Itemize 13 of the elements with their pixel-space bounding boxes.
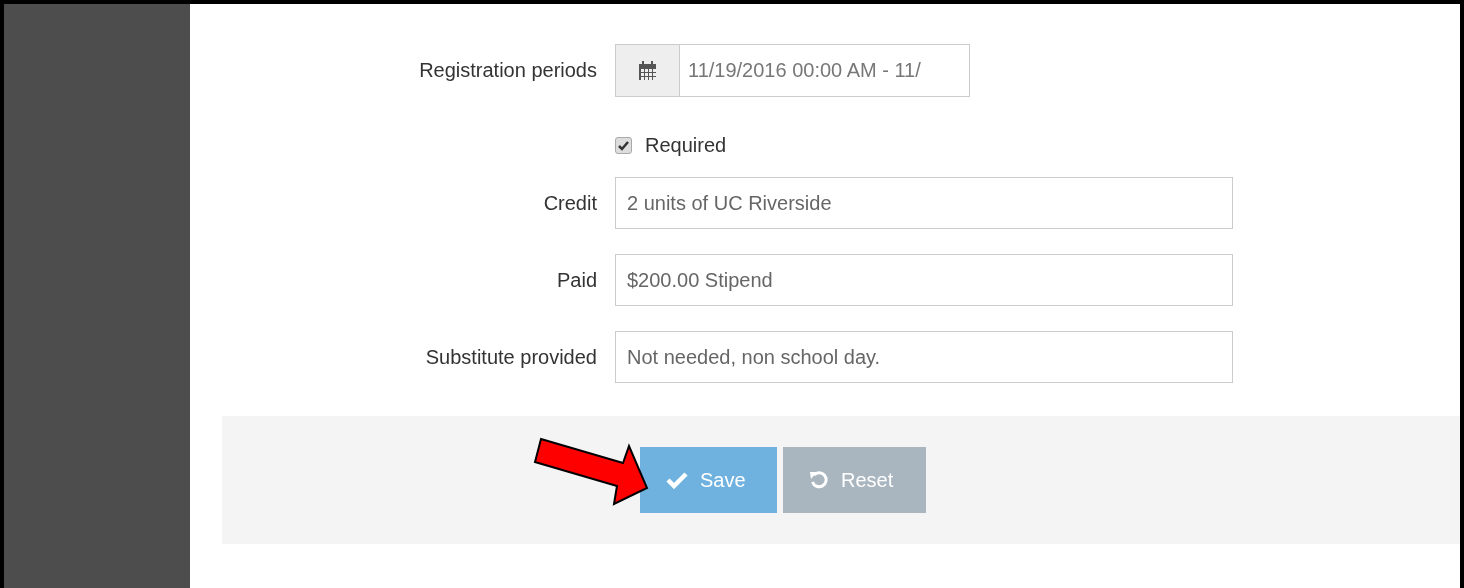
- field-label: Credit: [543, 191, 597, 215]
- field-label: Registration periods: [419, 59, 597, 82]
- input-field[interactable]: $200.00 Stipend: [615, 254, 1233, 306]
- date-range-field[interactable]: 11/19/2016 00:00 AM - 11/: [615, 44, 970, 97]
- checkbox[interactable]: [615, 137, 632, 154]
- check-icon: [666, 471, 688, 489]
- undo-icon: [809, 470, 829, 490]
- field-label: Paid: [556, 268, 597, 292]
- calendar-icon: [638, 60, 657, 81]
- input-field[interactable]: Not needed, non school day.: [615, 331, 1233, 383]
- input-field[interactable]: 2 units of UC Riverside: [615, 177, 1233, 229]
- checkbox-label: Required: [645, 134, 727, 157]
- field-label: Substitute provided: [425, 345, 597, 369]
